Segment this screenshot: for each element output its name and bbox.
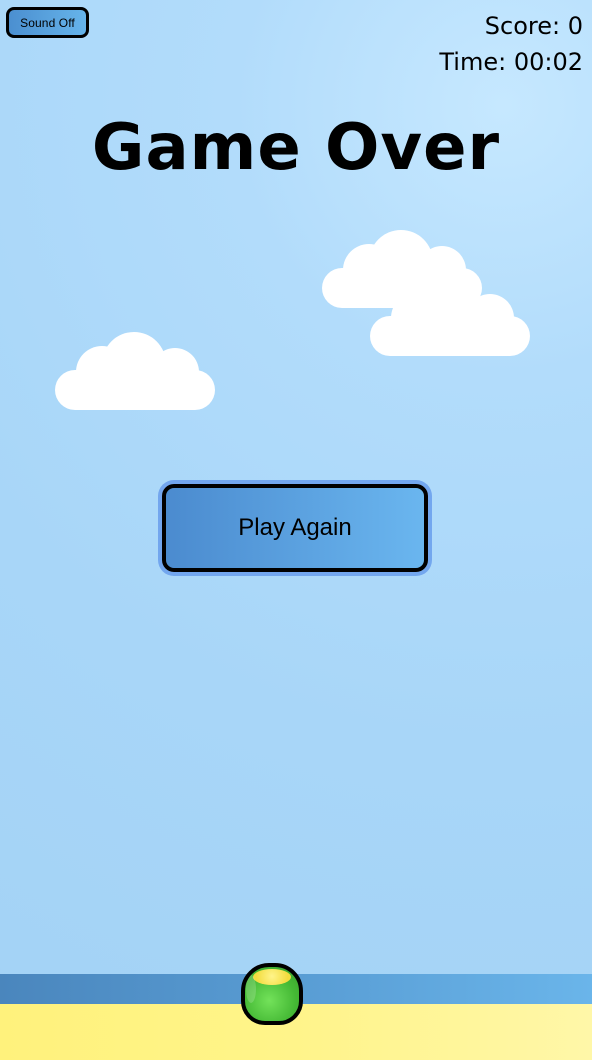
cloud-icon [55,330,215,410]
score-display: Score: 0 [484,12,583,40]
cloud-icon [370,276,530,356]
hud: Score: 0 Time: 00:02 [439,8,583,80]
sound-off-button[interactable]: Sound Off [6,7,89,38]
cloud-icon [322,228,482,308]
game-screen: Sound Off Score: 0 Time: 00:02 Game Over… [0,0,592,1060]
player-highlight [246,975,256,1003]
game-over-title: Game Over [91,111,501,185]
play-again-button[interactable]: Play Again [162,484,428,572]
player-top [253,969,291,985]
player-icon [241,963,303,1025]
time-display: Time: 00:02 [439,48,583,76]
